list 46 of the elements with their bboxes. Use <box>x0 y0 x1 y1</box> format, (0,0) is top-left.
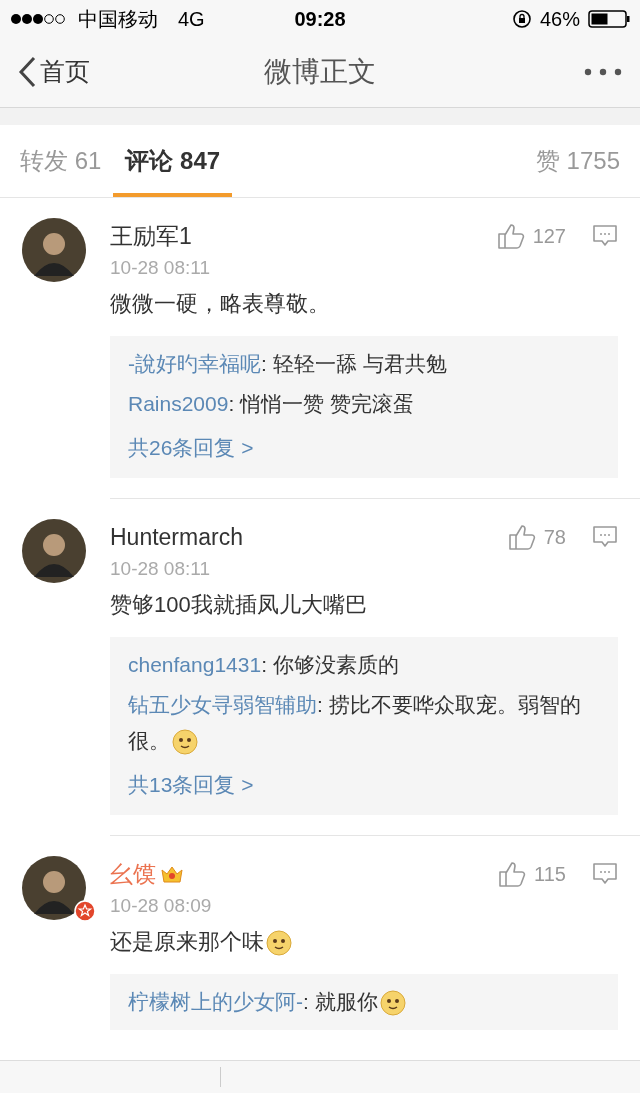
user-name[interactable]: Huntermarch <box>110 519 243 555</box>
thumbs-up-icon[interactable] <box>496 222 525 250</box>
comment-time: 10-28 08:11 <box>110 256 211 280</box>
carrier-name: 中国移动 <box>78 7 158 32</box>
avatar[interactable] <box>22 218 86 282</box>
reply-text: Rains2009: 悄悄一赞 赞完滚蛋 <box>128 391 415 417</box>
comment-text: 赞够100我就插凤儿大嘴巴 <box>110 591 368 619</box>
reply-text: -說好旳幸福呢: 轻轻一舔 与君共勉 <box>128 351 448 377</box>
like-count: 115 <box>534 862 566 887</box>
avatar[interactable] <box>22 519 86 583</box>
signal-icon <box>10 13 68 25</box>
reply-user-link[interactable]: -說好旳幸福呢 <box>128 352 261 375</box>
tab[interactable]: 评论 847 <box>113 125 233 197</box>
thumbs-up-icon[interactable] <box>498 860 527 888</box>
page-title: 微博正文 <box>264 56 376 87</box>
rotation-lock-icon <box>511 9 532 29</box>
user-name[interactable]: 幺馍 <box>110 856 156 892</box>
comment-time: 10-28 08:09 <box>110 894 213 918</box>
battery-icon <box>588 10 630 28</box>
battery-percent: 46% <box>539 7 580 32</box>
clock-time: 09:28 <box>294 8 346 30</box>
reply-text: chenfang1431: 你够没素质的 <box>128 652 400 678</box>
network-type: 4G <box>178 7 205 32</box>
reply-text: 钻五少女寻弱智辅助: 捞比不要哗众取宠。弱智的很。 <box>128 687 600 759</box>
comment-icon[interactable] <box>592 862 618 886</box>
reply-text: 柠檬树上的少女阿-: 就服你 <box>128 984 600 1020</box>
like-count: 127 <box>532 224 566 249</box>
reply-user-link[interactable]: 柠檬树上的少女阿- <box>128 990 303 1013</box>
user-name[interactable]: 王励军1 <box>110 218 192 254</box>
comment-time: 10-28 08:11 <box>110 557 211 581</box>
reply-user-link[interactable]: Rains2009 <box>128 392 229 415</box>
tab[interactable]: 赞 1755 <box>523 125 632 197</box>
comment-text: 微微一硬，略表尊敬。 <box>110 290 331 318</box>
comment-icon[interactable] <box>592 525 618 549</box>
like-count: 78 <box>543 525 566 550</box>
back-button[interactable]: 首页 <box>18 53 90 91</box>
more-replies-link[interactable]: 共13条回复 > <box>128 765 600 805</box>
tab[interactable]: 转发 61 <box>8 125 114 197</box>
reply-user-link[interactable]: 钻五少女寻弱智辅助 <box>128 693 317 716</box>
reply-user-link[interactable]: chenfang1431 <box>128 653 262 676</box>
more-replies-link[interactable]: 共26条回复 > <box>128 428 600 468</box>
comment-icon[interactable] <box>592 224 618 248</box>
more-icon[interactable] <box>584 68 622 76</box>
thumbs-up-icon[interactable] <box>507 523 536 551</box>
comment-text: 还是原来那个味 <box>110 924 618 960</box>
avatar[interactable] <box>22 856 86 920</box>
